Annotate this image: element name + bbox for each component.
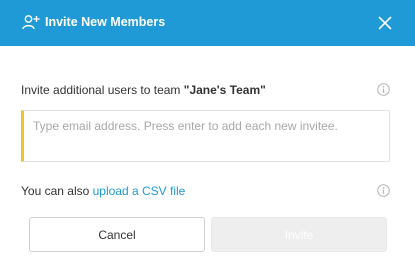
dialog-title: Invite New Members (45, 15, 166, 29)
csv-prefix: You can also (21, 184, 93, 198)
cancel-button[interactable]: Cancel (29, 217, 205, 252)
invite-button[interactable]: Invite (211, 217, 387, 252)
invite-label-prefix: Invite additional users to team (21, 83, 184, 97)
close-icon[interactable] (374, 12, 396, 34)
email-input-container (21, 110, 390, 162)
csv-upload-line: You can also upload a CSV file (21, 183, 185, 199)
upload-csv-link[interactable]: upload a CSV file (93, 184, 186, 198)
email-input[interactable] (24, 111, 389, 161)
invite-label: Invite additional users to team "Jane's … (21, 82, 266, 98)
dialog-header: Invite New Members (0, 0, 415, 46)
add-user-icon (22, 15, 40, 30)
info-icon[interactable] (377, 83, 390, 96)
info-icon[interactable] (377, 184, 390, 197)
team-name: "Jane's Team" (183, 83, 266, 97)
